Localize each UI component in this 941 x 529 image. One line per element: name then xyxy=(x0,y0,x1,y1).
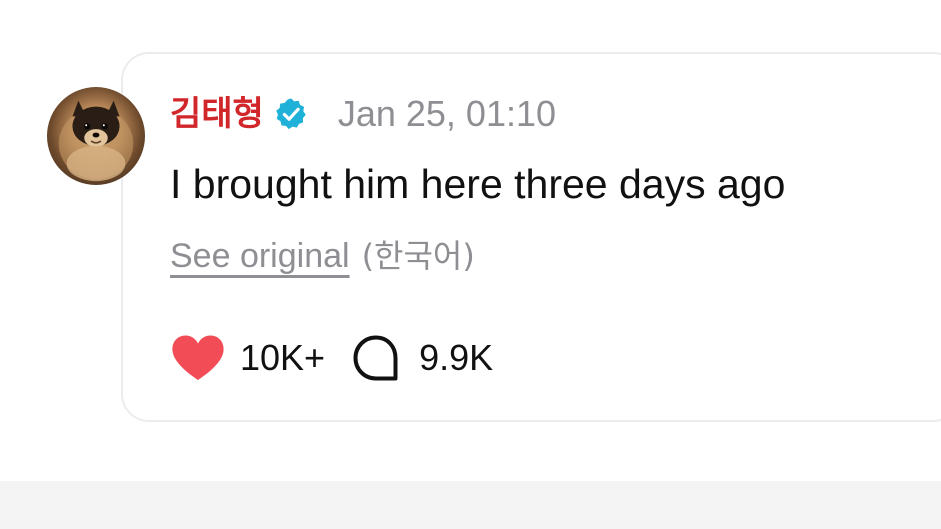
comment-count: 9.9K xyxy=(419,337,494,378)
post-actions: 10K+ 9.9K xyxy=(170,330,493,386)
username[interactable]: 김태형 xyxy=(170,92,264,136)
avatar[interactable] xyxy=(47,87,145,185)
bottom-divider-strip xyxy=(0,481,941,529)
translation-info: See original (한국어) xyxy=(170,234,475,278)
see-original-link[interactable]: See original xyxy=(170,234,350,278)
post-text: I brought him here three days ago xyxy=(170,161,786,207)
timestamp[interactable]: Jan 25, 01:10 xyxy=(338,92,556,136)
post-header: 김태형 Jan 25, 01:10 xyxy=(170,92,556,136)
comment-bubble-icon[interactable] xyxy=(351,333,401,383)
page: 김태형 Jan 25, 01:10 I brought him here thr… xyxy=(0,0,941,529)
heart-icon[interactable] xyxy=(170,333,226,383)
dog-avatar-image xyxy=(58,100,134,182)
original-language-label: (한국어) xyxy=(361,237,475,275)
verified-badge-icon xyxy=(276,98,306,130)
like-count: 10K+ xyxy=(240,337,326,378)
